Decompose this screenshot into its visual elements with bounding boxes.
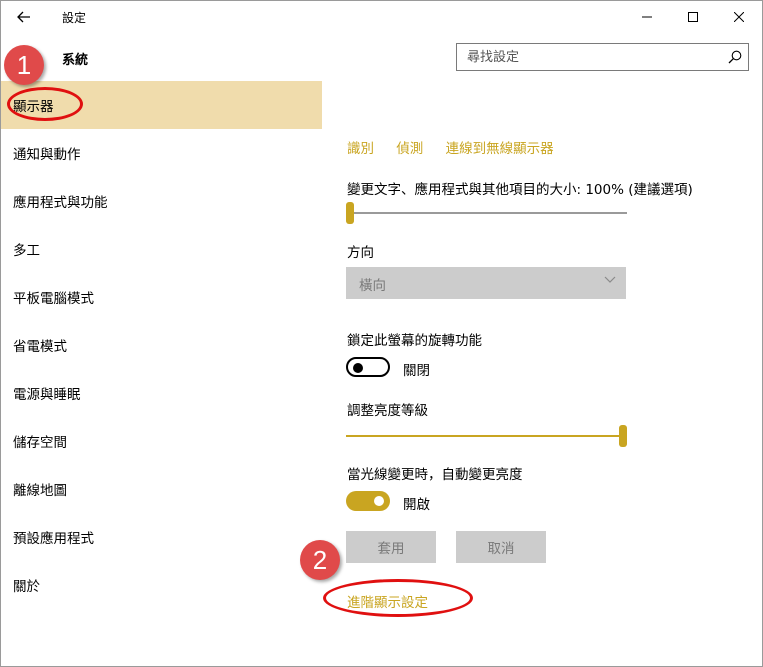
title-bar: 設定 [1,1,762,33]
toggle-knob [374,496,384,506]
brightness-slider[interactable] [346,425,627,447]
maximize-icon [688,12,698,22]
sidebar-item-storage[interactable]: 儲存空間 [1,417,322,465]
slider-thumb[interactable] [619,425,627,447]
rotation-lock-state: 關閉 [403,363,430,379]
auto-brightness-toggle[interactable] [346,491,390,511]
step-marker-2: 2 [300,540,340,580]
sidebar-item-label: 省電模式 [13,339,67,355]
auto-brightness-state: 開啟 [403,497,430,513]
search-icon[interactable] [728,50,742,64]
detect-link[interactable]: 偵測 [396,141,423,157]
cancel-button-label: 取消 [487,541,515,557]
sidebar-item-label: 儲存空間 [13,435,67,451]
back-arrow-icon [17,11,30,23]
sidebar-item-default-apps[interactable]: 預設應用程式 [1,513,322,561]
minimize-button[interactable] [624,1,670,33]
sidebar-item-notifications[interactable]: 通知與動作 [1,129,322,177]
highlight-ellipse-advanced [323,579,473,617]
chevron-down-icon [604,276,616,283]
sidebar-item-label: 離線地圖 [13,483,67,499]
display-links: 識別 偵測 連線到無線顯示器 [347,137,572,157]
orientation-dropdown[interactable]: 橫向 [346,267,626,299]
cancel-button[interactable]: 取消 [456,531,546,563]
sidebar-item-battery-saver[interactable]: 省電模式 [1,321,322,369]
sidebar-item-label: 應用程式與功能 [13,195,108,211]
back-button[interactable] [1,1,47,33]
close-icon [734,12,744,22]
apply-button-label: 套用 [377,541,405,557]
apply-button[interactable]: 套用 [346,531,436,563]
search-input[interactable] [457,44,727,70]
identify-link[interactable]: 識別 [347,141,374,157]
sidebar-item-tablet-mode[interactable]: 平板電腦模式 [1,273,322,321]
maximize-button[interactable] [670,1,716,33]
sidebar-item-label: 預設應用程式 [13,531,94,547]
sidebar-item-label: 關於 [13,579,40,595]
brightness-label: 調整亮度等級 [347,403,428,419]
step-marker-1: 1 [4,45,44,85]
orientation-label: 方向 [347,245,374,261]
sidebar-item-label: 多工 [13,243,40,259]
sidebar-item-power-sleep[interactable]: 電源與睡眠 [1,369,322,417]
sidebar-item-apps-features[interactable]: 應用程式與功能 [1,177,322,225]
sidebar-nav: 顯示器 通知與動作 應用程式與功能 多工 平板電腦模式 省電模式 電源與睡眠 儲… [1,81,322,609]
slider-fill [346,435,623,437]
scale-label: 變更文字、應用程式與其他項目的大小: 100% (建議選項) [347,182,693,198]
close-button[interactable] [716,1,762,33]
section-title: 系統 [62,53,89,68]
settings-window: 設定 系統 顯示器 通知與動作 應用程式與功能 多工 平板電腦模式 省電模式 電… [0,0,763,667]
auto-brightness-label: 當光線變更時，自動變更亮度 [347,467,523,483]
minimize-icon [642,16,652,18]
scale-slider[interactable] [346,202,627,224]
sidebar-item-about[interactable]: 關於 [1,561,322,609]
window-title: 設定 [62,11,87,25]
wireless-display-link[interactable]: 連線到無線顯示器 [446,141,554,157]
sidebar-item-label: 平板電腦模式 [13,291,94,307]
rotation-lock-toggle[interactable] [346,357,390,377]
slider-track [346,212,627,214]
sidebar-item-label: 通知與動作 [13,147,81,163]
orientation-value: 橫向 [359,278,386,294]
rotation-lock-label: 鎖定此螢幕的旋轉功能 [347,333,482,349]
toggle-knob [353,363,363,373]
slider-thumb[interactable] [346,202,354,224]
sidebar-item-label: 電源與睡眠 [13,387,81,403]
sidebar-item-multitasking[interactable]: 多工 [1,225,322,273]
sidebar-item-offline-maps[interactable]: 離線地圖 [1,465,322,513]
highlight-ellipse-display [7,87,83,121]
search-box[interactable] [456,43,749,71]
